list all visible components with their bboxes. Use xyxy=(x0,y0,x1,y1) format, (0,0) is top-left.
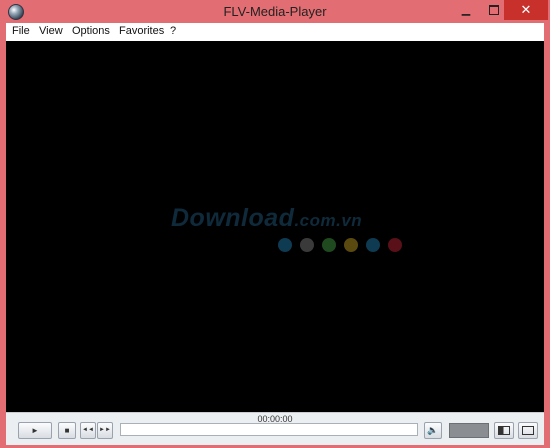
maximize-icon xyxy=(489,5,499,16)
title-bar[interactable]: FLV-Media-Player ▁ ✕ xyxy=(0,0,550,23)
play-button[interactable]: ► xyxy=(18,422,52,439)
volume-button[interactable]: 🔈 xyxy=(424,422,442,439)
menu-file[interactable]: File xyxy=(12,25,30,37)
watermark-dot xyxy=(344,238,358,252)
watermark-dot xyxy=(322,238,336,252)
fullscreen-button[interactable] xyxy=(518,422,538,439)
menu-view[interactable]: View xyxy=(39,25,63,37)
fast-forward-icon: ►► xyxy=(99,427,111,433)
speaker-icon: 🔈 xyxy=(427,425,439,435)
close-button[interactable]: ✕ xyxy=(504,0,548,20)
watermark-dot xyxy=(278,238,292,252)
volume-slider[interactable] xyxy=(449,423,489,438)
menu-help[interactable]: ? xyxy=(170,25,176,37)
menu-options[interactable]: Options xyxy=(72,25,110,37)
play-icon: ► xyxy=(31,426,39,435)
minimize-icon: ▁ xyxy=(461,4,471,16)
stop-icon: ■ xyxy=(64,426,70,435)
watermark-main: Download xyxy=(171,204,295,232)
minimize-button[interactable]: ▁ xyxy=(452,0,480,20)
app-window: FLV-Media-Player ▁ ✕ File View Options F… xyxy=(0,0,550,448)
watermark-dot xyxy=(388,238,402,252)
watermark-text: Download.com.vn xyxy=(171,204,362,233)
watermark-domain: .com.vn xyxy=(294,211,363,230)
rewind-icon: ◄◄ xyxy=(82,427,94,433)
previous-button[interactable]: ◄◄ xyxy=(80,422,96,439)
screen-mode-button[interactable] xyxy=(494,422,514,439)
next-button[interactable]: ►► xyxy=(97,422,113,439)
video-area[interactable]: Download.com.vn xyxy=(6,41,544,412)
menu-bar: File View Options Favorites ? xyxy=(6,23,544,41)
watermark-dot xyxy=(366,238,380,252)
control-bar: 00:00:00 ► ■ ◄◄ ►► 🔈 xyxy=(6,412,544,445)
fullscreen-icon xyxy=(522,426,534,436)
stop-button[interactable]: ■ xyxy=(58,422,76,439)
close-icon: ✕ xyxy=(520,2,532,17)
watermark-dot xyxy=(300,238,314,252)
screen-mode-icon xyxy=(498,426,510,436)
menu-favorites[interactable]: Favorites xyxy=(119,25,164,37)
seek-bar[interactable] xyxy=(120,423,418,436)
